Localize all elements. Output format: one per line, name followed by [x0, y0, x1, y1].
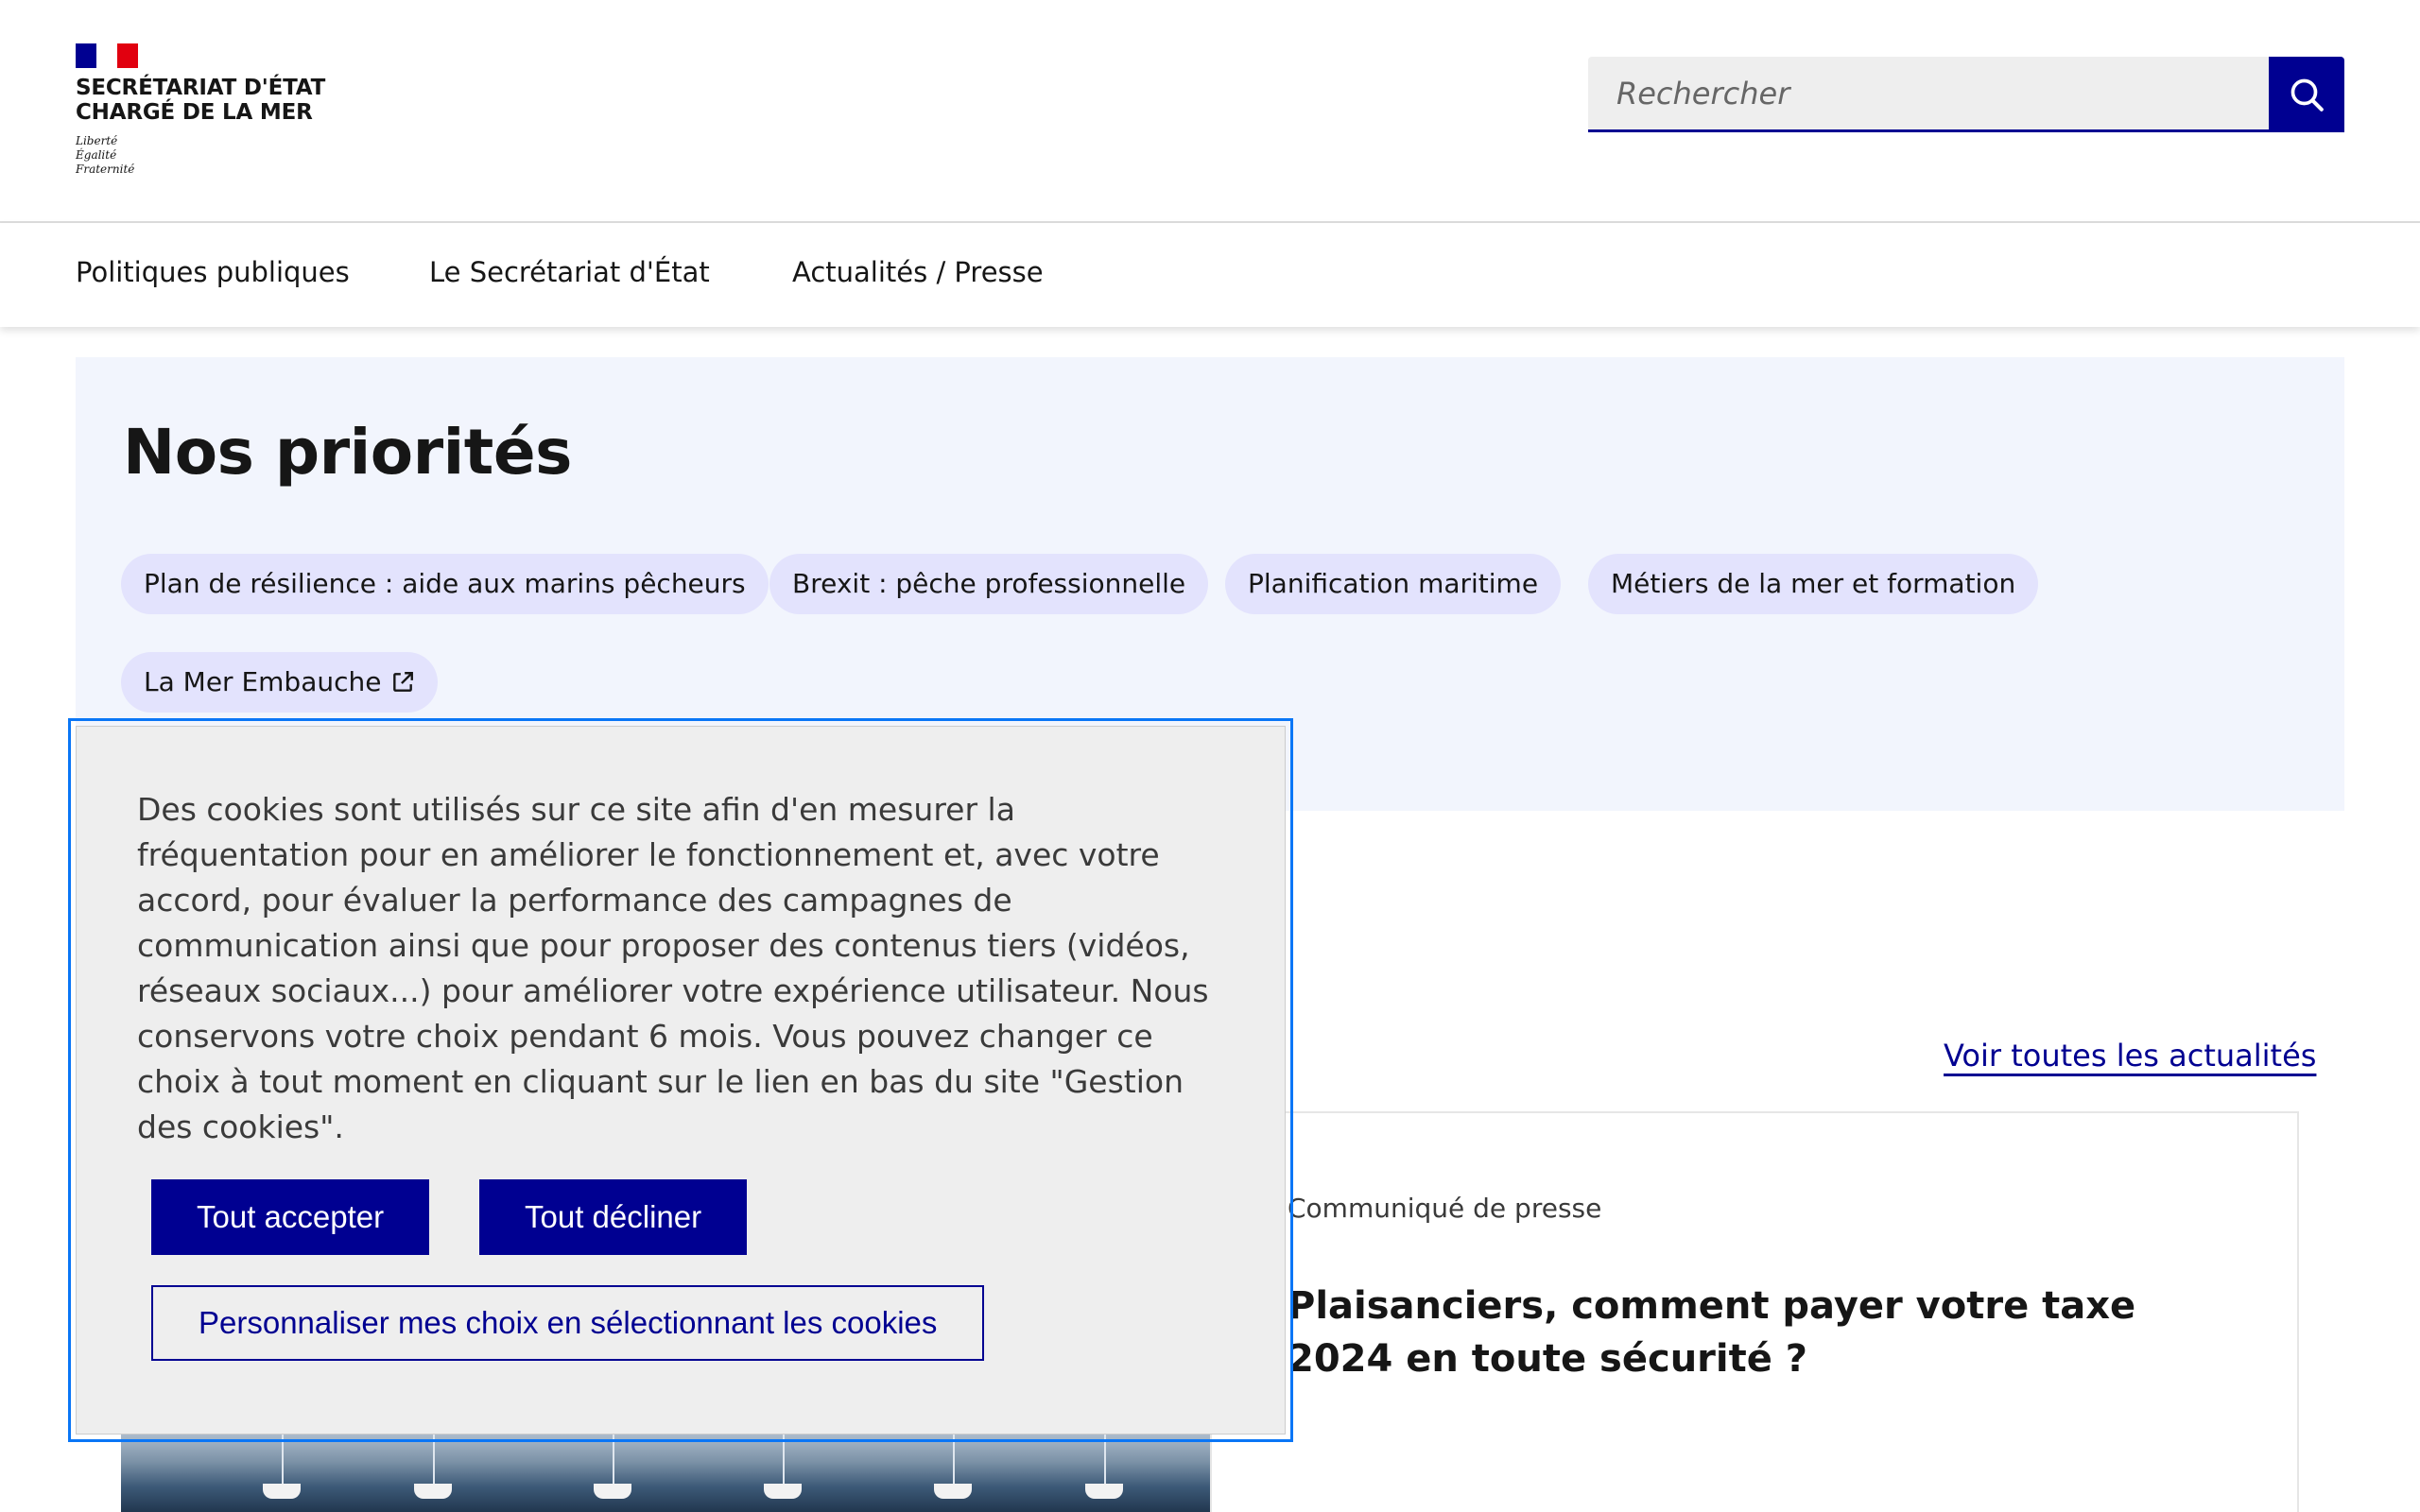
search-bar [1588, 57, 2344, 132]
search-icon [2290, 78, 2324, 112]
nav-item-politiques-publiques[interactable]: Politiques publiques [76, 223, 350, 327]
nav-item-actualites-presse[interactable]: Actualités / Presse [792, 223, 1044, 327]
nav-item-secretariat[interactable]: Le Secrétariat d'État [429, 223, 710, 327]
card-title[interactable]: Plaisanciers, comment payer votre taxe 2… [1288, 1280, 2233, 1385]
tag-label: La Mer Embauche [144, 666, 382, 697]
tag-label: Planification maritime [1248, 568, 1539, 599]
tag-label: Brexit : pêche professionnelle [792, 568, 1186, 599]
card-category: Communiqué de presse [1288, 1193, 1602, 1224]
french-flag-icon [76, 43, 138, 68]
main-navigation: Politiques publiques Le Secrétariat d'Ét… [0, 223, 2420, 327]
site-logo[interactable]: Secrétariat d'État chargé de la mer Libe… [76, 43, 340, 177]
logo-title: Secrétariat d'État chargé de la mer [76, 76, 326, 125]
customize-cookies-button[interactable]: Personnaliser mes choix en sélectionnant… [151, 1285, 985, 1361]
search-input[interactable] [1588, 57, 2269, 132]
tag-brexit[interactable]: Brexit : pêche professionnelle [769, 554, 1209, 614]
search-button[interactable] [2269, 57, 2344, 132]
tag-metiers-mer[interactable]: Métiers de la mer et formation [1588, 554, 2039, 614]
decline-all-button[interactable]: Tout décliner [479, 1179, 748, 1255]
cookie-banner: Des cookies sont utilisés sur ce site af… [76, 726, 1286, 1435]
tag-label: Métiers de la mer et formation [1611, 568, 2016, 599]
site-header: Secrétariat d'État chargé de la mer Libe… [0, 0, 2420, 221]
news-card[interactable]: Communiqué de presse Plaisanciers, comme… [1210, 1111, 2299, 1512]
tag-plan-resilience[interactable]: Plan de résilience : aide aux marins pêc… [121, 554, 769, 614]
cookie-banner-text: Des cookies sont utilisés sur ce site af… [137, 791, 1209, 1145]
external-link-icon [393, 672, 414, 692]
tag-la-mer-embauche[interactable]: La Mer Embauche [121, 652, 439, 713]
see-all-news-link[interactable]: Voir toutes les actualités [1944, 1038, 2316, 1074]
accept-all-button[interactable]: Tout accepter [151, 1179, 430, 1255]
priorities-title: Nos priorités [123, 416, 572, 489]
tag-label: Plan de résilience : aide aux marins pêc… [144, 568, 746, 599]
republic-motto: Liberté Égalité Fraternité [76, 134, 135, 176]
tag-planification-maritime[interactable]: Planification maritime [1225, 554, 1562, 614]
